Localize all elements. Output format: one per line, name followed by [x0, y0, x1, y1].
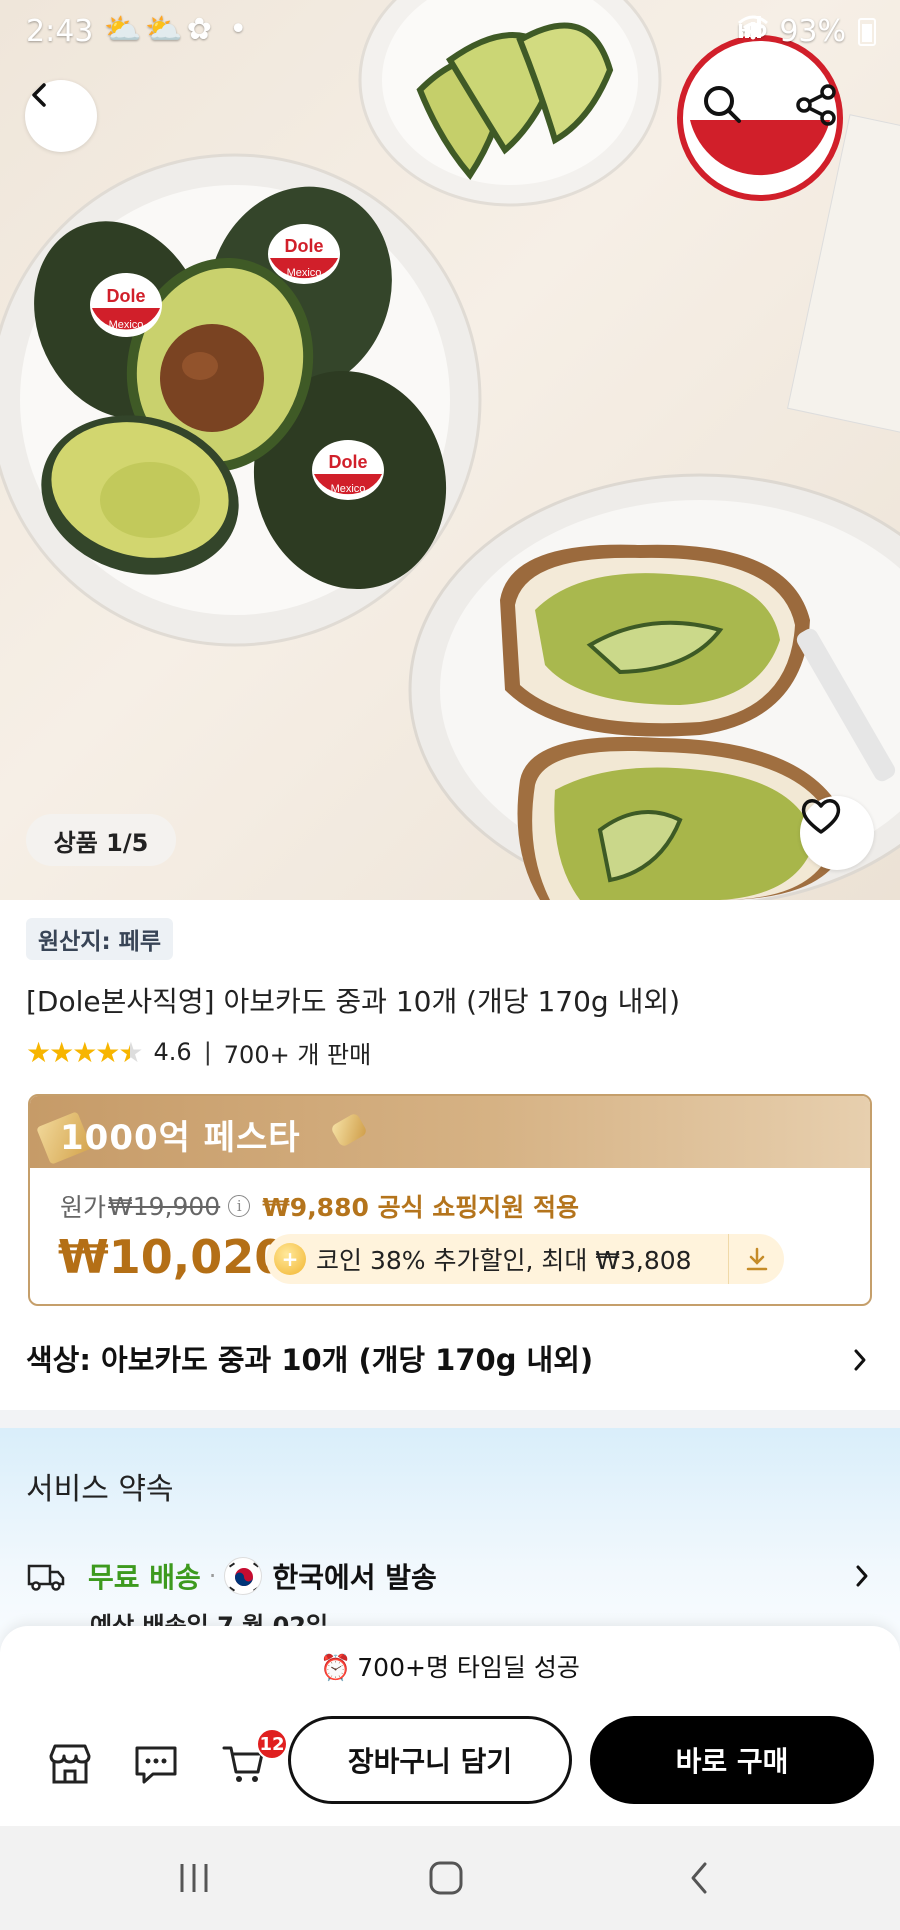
system-nav-bar	[0, 1826, 900, 1930]
product-image-gallery[interactable]: Dole Mexico Dole Mexico Dole Mexico 2:43…	[0, 0, 900, 900]
cart-count-badge: 12	[256, 1728, 288, 1760]
festa-header: 1000억 페스타	[30, 1096, 870, 1168]
sold-count: 700+ 개 판매	[223, 1040, 372, 1069]
timedeal-text: 700+명 타임딜 성공	[357, 1653, 580, 1682]
share-icon	[796, 84, 836, 126]
chevron-left-icon	[32, 83, 46, 107]
download-icon	[746, 1247, 767, 1271]
sticker-origin: Mexico	[331, 483, 366, 495]
purchase-bottom-sheet: ⏰ 700+명 타임딜 성공 12 장바구니 담기 바로 구매	[0, 1626, 900, 1826]
action-bar: 12 장바구니 담기 바로 구매	[0, 1714, 900, 1814]
coupon-icon	[330, 1112, 368, 1148]
option-selector[interactable]: 색상: 아보카도 중과 10개 (개당 170g 내외)	[26, 1334, 874, 1382]
home-button[interactable]	[416, 1856, 476, 1900]
image-counter: 상품 1/5	[26, 814, 176, 866]
delivery-row[interactable]: 무료 배송 · 한국에서 발송	[26, 1552, 874, 1600]
sticker-brand: Dole	[106, 286, 145, 306]
korea-flag-icon	[224, 1557, 263, 1595]
separator: ·	[208, 1562, 217, 1590]
original-price-label: 원가	[60, 1193, 107, 1222]
section-divider	[0, 1410, 900, 1428]
original-price: ₩19,900	[108, 1191, 221, 1221]
buy-now-button[interactable]: 바로 구매	[590, 1716, 874, 1804]
chevron-right-icon	[856, 1565, 868, 1587]
ship-from-label: 한국에서 발송	[272, 1561, 437, 1594]
chevron-right-icon	[854, 1349, 866, 1371]
service-title: 서비스 약속	[26, 1472, 174, 1507]
status-right: HD 93%	[737, 14, 876, 49]
add-to-cart-button[interactable]: 장바구니 담기	[288, 1716, 572, 1804]
divider: |	[203, 1038, 212, 1066]
coin-discount-pill[interactable]: + 코인 38% 추가할인, 최대 ₩3,808	[266, 1234, 784, 1284]
back-icon	[691, 1862, 707, 1894]
timedeal-banner: ⏰ 700+명 타임딜 성공	[0, 1648, 900, 1684]
notification-icons: ⛅⛅✿ •	[104, 12, 252, 47]
shopping-support-text: ₩9,880 공식 쇼핑지원 적용	[262, 1193, 579, 1222]
festa-price-box: 1000억 페스타 원가 ₩19,900 i ₩9,880 공식 쇼핑지원 적용…	[28, 1094, 872, 1306]
rating-value: 4.6	[153, 1038, 192, 1066]
info-icon[interactable]: i	[228, 1195, 251, 1217]
alarm-clock-icon: ⏰	[320, 1653, 352, 1682]
status-bar: 2:43 ⛅⛅✿ • HD 93%	[0, 0, 900, 66]
original-price-row: 원가 ₩19,900 i ₩9,880 공식 쇼핑지원 적용	[60, 1188, 579, 1224]
battery-percent: 93%	[779, 14, 846, 49]
origin-badge: 원산지: 페루	[26, 918, 174, 960]
coin-discount-text: 코인 38% 추가할인, 최대 ₩3,808	[316, 1246, 692, 1275]
chat-icon	[135, 1746, 177, 1784]
share-button[interactable]	[794, 82, 866, 154]
wishlist-button[interactable]	[800, 796, 874, 870]
back-button[interactable]	[25, 80, 97, 152]
signal-icon	[739, 16, 762, 38]
cart-button[interactable]: 12	[214, 1728, 288, 1794]
download-coupon-button[interactable]	[728, 1234, 784, 1284]
search-button[interactable]	[700, 82, 772, 154]
rating-row[interactable]: ★★★★★ 4.6 | 700+ 개 판매	[26, 1035, 372, 1069]
store-button[interactable]	[40, 1734, 100, 1794]
sticker-brand: Dole	[284, 236, 323, 256]
sticker-brand: Dole	[328, 452, 367, 472]
chat-button[interactable]	[126, 1734, 186, 1794]
sticker-origin: Mexico	[109, 319, 144, 331]
free-shipping-label: 무료 배송	[88, 1561, 201, 1594]
search-icon	[704, 86, 741, 123]
option-label: 색상: 아보카도 중과 10개 (개당 170g 내외)	[26, 1343, 594, 1377]
heart-icon	[801, 799, 841, 834]
truck-icon	[27, 1564, 65, 1591]
coin-icon: +	[274, 1243, 306, 1275]
recent-apps-icon	[180, 1864, 208, 1892]
product-title: [Dole본사직영] 아보카도 중과 10개 (개당 170g 내외)	[26, 985, 681, 1018]
recent-apps-button[interactable]	[164, 1856, 224, 1900]
battery-icon	[858, 17, 876, 46]
star-rating-icon: ★★★★★	[26, 1035, 144, 1069]
sticker-origin: Mexico	[287, 267, 322, 279]
status-time: 2:43	[26, 14, 94, 49]
final-price: ₩10,020	[58, 1230, 287, 1284]
festa-title: 1000억 페스타	[60, 1118, 301, 1158]
system-back-button[interactable]	[670, 1856, 730, 1900]
home-icon	[429, 1861, 463, 1895]
store-icon	[49, 1744, 91, 1784]
